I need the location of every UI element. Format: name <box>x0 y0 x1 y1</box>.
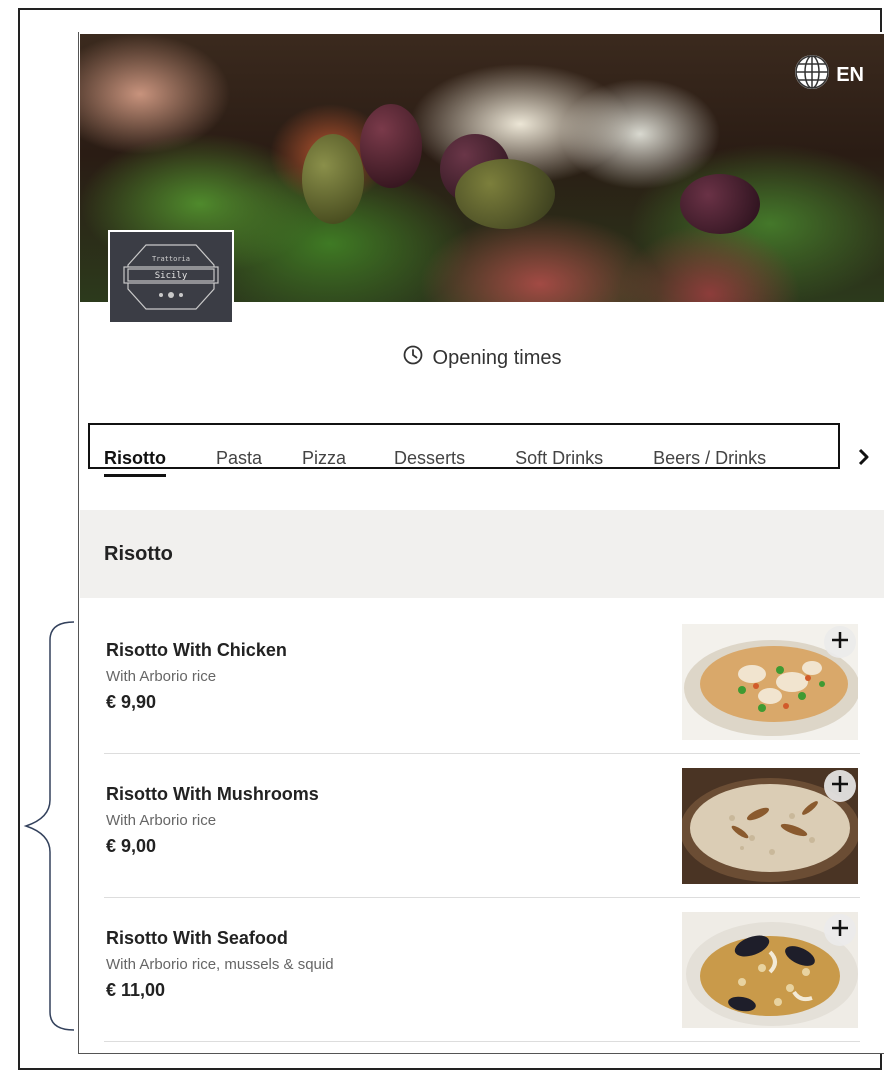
items-bracket-annotation <box>22 620 76 1037</box>
tabs-next-button[interactable] <box>853 446 875 468</box>
chevron-right-icon <box>853 448 875 472</box>
add-item-button[interactable] <box>824 914 856 946</box>
opening-times-label: Opening times <box>432 346 562 369</box>
olive-shape <box>680 174 760 234</box>
caper-berry-shape <box>455 159 555 229</box>
item-name: Risotto With Chicken <box>106 640 287 660</box>
tab-soft-drinks[interactable]: Soft Drinks <box>515 448 603 469</box>
item-divider <box>104 753 860 754</box>
tab-pizza[interactable]: Pizza <box>302 448 346 469</box>
olive-shape <box>360 104 422 188</box>
item-name: Risotto With Mushrooms <box>106 784 319 804</box>
item-price: € 11,00 <box>106 980 166 1000</box>
language-label: EN <box>836 63 864 86</box>
item-description: With Arborio rice <box>106 668 217 685</box>
item-divider <box>104 897 860 898</box>
globe-icon <box>794 54 830 96</box>
tab-pasta[interactable]: Pasta <box>216 448 262 469</box>
add-item-button[interactable] <box>824 626 856 658</box>
item-image-risotto-chicken <box>682 624 858 740</box>
add-item-button[interactable] <box>824 770 856 802</box>
item-divider <box>104 1041 860 1042</box>
item-image-risotto-mushrooms <box>682 768 858 884</box>
plus-icon <box>829 629 851 656</box>
clock-icon <box>403 345 423 371</box>
item-description: With Arborio rice <box>106 812 217 829</box>
opening-times-link[interactable]: Opening times <box>80 345 884 371</box>
item-price: € 9,00 <box>106 836 157 856</box>
menu-item-risotto-seafood[interactable]: Risotto With Seafood With Arborio rice, … <box>80 912 860 1056</box>
menu-item-risotto-chicken[interactable]: Risotto With Chicken With Arborio rice €… <box>80 624 860 768</box>
category-tabs: Risotto Pasta Pizza Desserts Soft Drinks… <box>104 440 838 480</box>
restaurant-logo: Trattoria Sicily <box>108 230 234 324</box>
tab-desserts[interactable]: Desserts <box>394 448 465 469</box>
item-description: With Arborio rice, mussels & squid <box>106 956 334 973</box>
section-header: Risotto <box>80 510 884 598</box>
tab-beers-drinks[interactable]: Beers / Drinks <box>653 448 766 469</box>
menu-item-risotto-mushrooms[interactable]: Risotto With Mushrooms With Arborio rice… <box>80 768 860 912</box>
section-title: Risotto <box>104 542 173 565</box>
item-image-risotto-seafood <box>682 912 858 1028</box>
item-price: € 9,90 <box>106 692 157 712</box>
logo-text-main: Sicily <box>155 271 188 281</box>
logo-text-top: Trattoria <box>152 255 190 263</box>
plus-icon <box>829 917 851 944</box>
tab-risotto[interactable]: Risotto <box>104 448 166 477</box>
language-switch[interactable]: EN <box>794 54 864 96</box>
plus-icon <box>829 773 851 800</box>
item-name: Risotto With Seafood <box>106 928 288 948</box>
caper-berry-shape <box>302 134 364 224</box>
